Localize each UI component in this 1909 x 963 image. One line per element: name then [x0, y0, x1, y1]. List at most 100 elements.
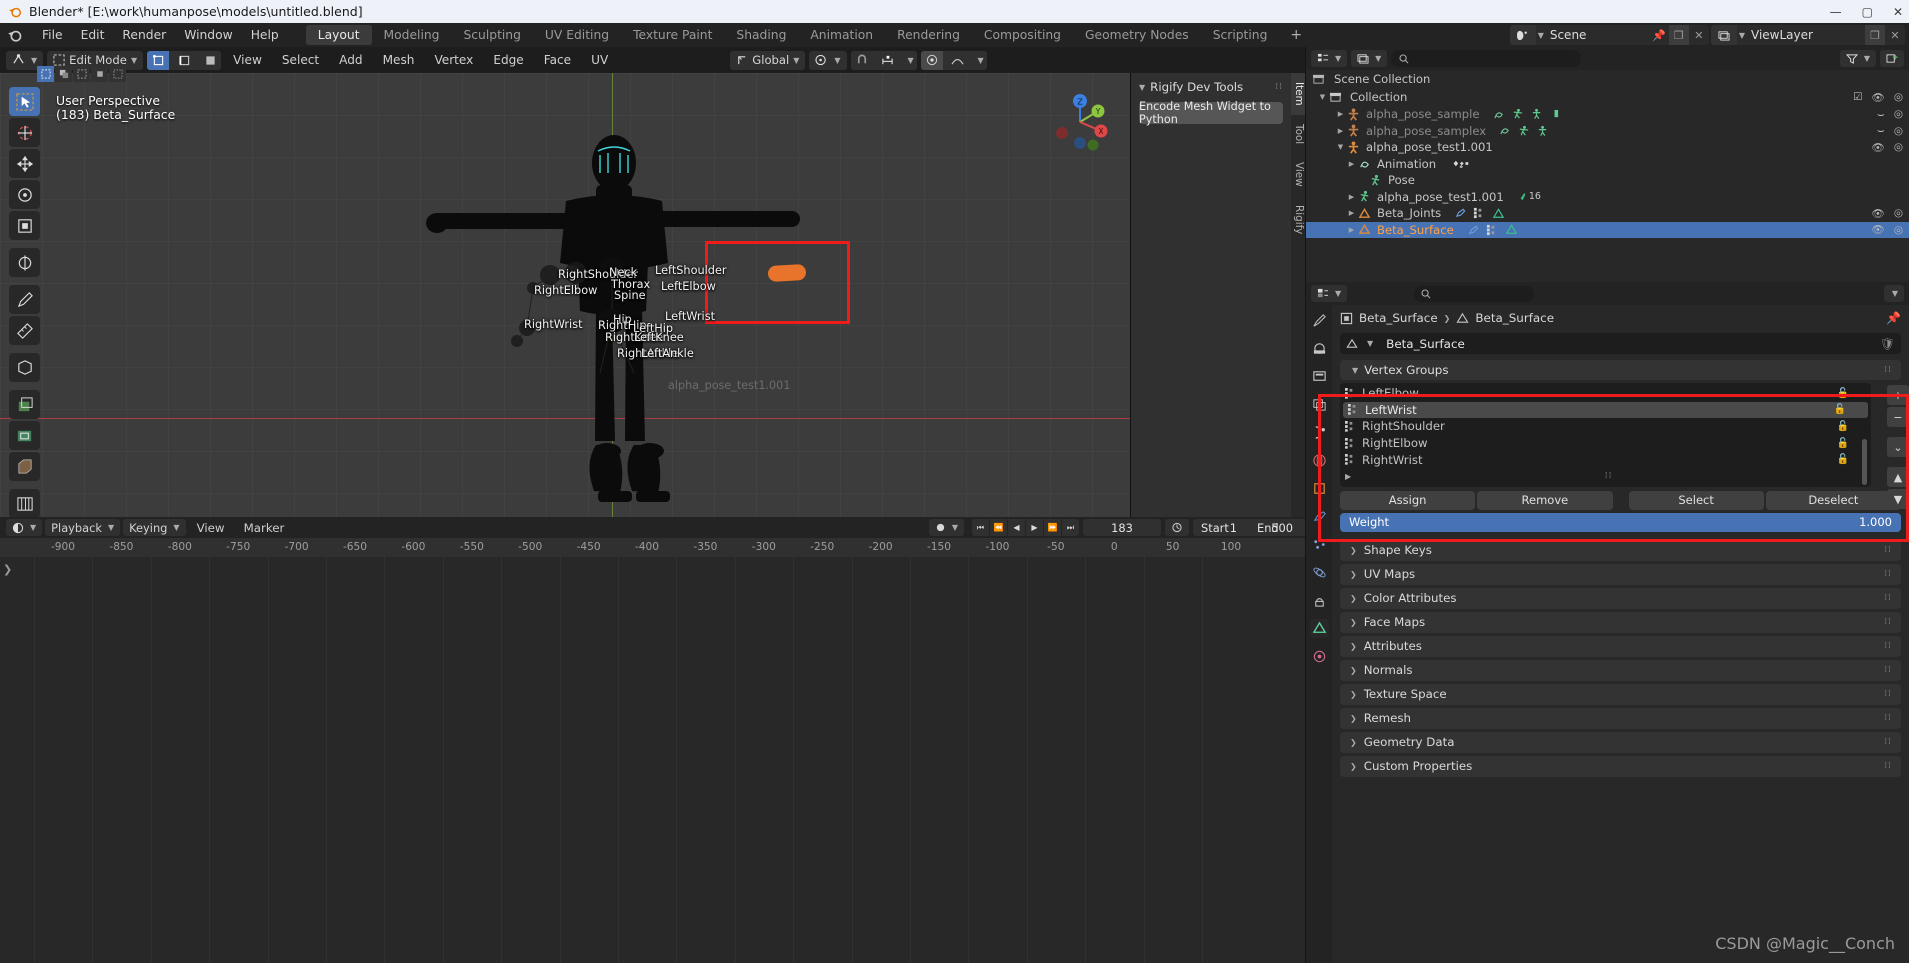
falloff-chevron-icon[interactable]: ▼ [972, 50, 987, 70]
auto-keying-toggle[interactable]: ▼ [928, 519, 964, 536]
pin-icon[interactable]: 📌 [1649, 25, 1669, 45]
minimize-button[interactable]: — [1830, 6, 1842, 18]
play-reverse-button[interactable]: ◀ [1008, 519, 1025, 536]
eye-icon[interactable]: 👁 [1871, 223, 1884, 236]
tool-add-cube[interactable] [9, 353, 40, 382]
start-frame-value[interactable]: 1 [1199, 519, 1245, 536]
outliner-row-beta-joints[interactable]: ▶ Beta_Joints 👁 ◎ [1306, 205, 1909, 222]
n-tab-view[interactable]: View [1291, 153, 1305, 196]
snap-pivot-button[interactable]: ▼ [809, 50, 847, 70]
outliner-row-alpha-pose-samplex[interactable]: ▶ alpha_pose_samplex ⌣ ◎ [1306, 123, 1909, 140]
tab-output-properties[interactable] [1310, 367, 1329, 386]
tab-material-properties[interactable] [1310, 647, 1329, 666]
new-scene-icon[interactable]: ❐ [1668, 25, 1689, 45]
list-grip-icon[interactable]: ⁞⁞ [1605, 471, 1613, 481]
mesh-data-icon[interactable] [1505, 223, 1518, 236]
tool-bevel[interactable] [9, 452, 40, 481]
animation-icon[interactable] [1499, 125, 1511, 136]
falloff-curve-icon[interactable] [946, 50, 969, 70]
tool-cursor[interactable] [9, 118, 40, 147]
vertex-group-icon[interactable] [1486, 224, 1498, 236]
viewport-menu-edge[interactable]: Edge [485, 47, 531, 73]
navigation-gizmo[interactable]: Z Y X [1049, 91, 1111, 153]
panel-remesh[interactable]: ❯ Remesh ⁞⁞ [1340, 707, 1901, 729]
tool-annotate[interactable] [9, 285, 40, 314]
select-subtract-mode-icon[interactable] [73, 66, 90, 82]
expand-icon[interactable]: ▶ [1345, 160, 1358, 168]
timeline-canvas[interactable] [0, 557, 1305, 963]
snap-magnet-icon[interactable] [850, 50, 873, 70]
modifier-icon[interactable] [1454, 207, 1466, 219]
vertex-group-row[interactable]: RightShoulder 🔓 [1340, 418, 1871, 435]
outliner-row-animation[interactable]: ▶ Animation [1306, 156, 1909, 173]
list-expand-icon[interactable]: ▶ [1345, 472, 1351, 481]
timeline-editor-type-button[interactable]: ▼ [6, 519, 43, 536]
breadcrumb-mesh[interactable]: Beta_Surface [1475, 311, 1554, 325]
tab-tool-properties[interactable] [1310, 311, 1329, 330]
outliner-row-alpha-pose-sample[interactable]: ▶ alpha_pose_sample ⌣ ◎ [1306, 106, 1909, 123]
move-vertex-group-up-button[interactable]: ▲ [1887, 467, 1909, 487]
outliner-row-beta-surface[interactable]: ▶ Beta_Surface 👁 ◎ [1306, 221, 1909, 238]
panel-texture-space[interactable]: ❯ Texture Space ⁞⁞ [1340, 683, 1901, 705]
lock-icon[interactable]: 🔓 [1837, 388, 1849, 399]
vertex-group-icon[interactable] [1473, 207, 1485, 219]
panel-custom-properties[interactable]: ❯ Custom Properties ⁞⁞ [1340, 755, 1901, 777]
outliner-editor-type-button[interactable]: ▼ [1311, 50, 1348, 67]
vertex-group-row[interactable]: RightWrist 🔓 [1340, 451, 1871, 468]
tab-sculpting[interactable]: Sculpting [451, 25, 532, 45]
outliner-display-mode-button[interactable]: ▼ [1351, 50, 1388, 67]
playback-menu[interactable]: Playback ▼ [45, 519, 121, 536]
tab-rendering[interactable]: Rendering [885, 25, 972, 45]
tab-physics-properties[interactable] [1310, 563, 1329, 582]
vertex-group-row[interactable]: LeftWrist 🔓 [1343, 401, 1868, 419]
menu-help[interactable]: Help [242, 23, 288, 47]
tab-render-properties[interactable] [1310, 339, 1329, 358]
select-extend-mode-icon[interactable] [55, 66, 72, 82]
expand-icon[interactable]: ▶ [1345, 226, 1358, 234]
menu-window[interactable]: Window [175, 23, 242, 47]
panel-normals[interactable]: ❯ Normals ⁞⁞ [1340, 659, 1901, 681]
tool-move[interactable] [9, 149, 40, 178]
expand-icon[interactable]: ▶ [1345, 209, 1358, 217]
select-intersect-mode-icon[interactable] [109, 66, 126, 82]
timeline-menu-view[interactable]: View [189, 521, 233, 535]
assign-button[interactable]: Assign [1340, 490, 1476, 510]
panel-attributes[interactable]: ❯ Attributes ⁞⁞ [1340, 635, 1901, 657]
outliner-new-collection-button[interactable] [1880, 50, 1904, 67]
vertex-group-specials-button[interactable]: ⌄ [1887, 437, 1909, 457]
maximize-button[interactable]: ▢ [1862, 6, 1873, 18]
add-workspace-button[interactable]: + [1279, 27, 1313, 43]
timeline-ruler[interactable]: -900 -850 -800 -750 -700 -650 -600 -550 -500 -450… [0, 538, 1305, 557]
viewport-menu-add[interactable]: Add [331, 47, 370, 73]
tool-scale[interactable] [9, 211, 40, 240]
unlink-scene-icon[interactable]: ✕ [1689, 25, 1709, 45]
eye-closed-icon[interactable]: ⌣ [1877, 123, 1885, 138]
viewlayer-selector[interactable]: ▼ ViewLayer ❐ ✕ [1710, 25, 1905, 45]
add-vertex-group-button[interactable]: + [1887, 385, 1909, 405]
jump-to-end-button[interactable]: ⏭ [1062, 519, 1079, 536]
eye-icon[interactable]: 👁 [1871, 91, 1884, 104]
pin-id-icon[interactable]: 📌 [1886, 311, 1901, 325]
viewport-menu-face[interactable]: Face [536, 47, 579, 73]
blender-app-icon[interactable] [6, 27, 23, 44]
render-visibility-icon[interactable]: ◎ [1894, 224, 1903, 236]
menu-edit[interactable]: Edit [72, 23, 114, 47]
keyframe-icon[interactable] [1550, 109, 1559, 119]
remove-button[interactable]: Remove [1477, 490, 1613, 510]
properties-search-input[interactable] [1414, 285, 1535, 302]
viewport-menu-mesh[interactable]: Mesh [375, 47, 423, 73]
outliner-scene-collection-row[interactable]: Scene Collection [1306, 70, 1909, 88]
bone-icon[interactable] [1531, 108, 1543, 120]
animation-icon[interactable] [1493, 109, 1505, 120]
face-select-mode-icon[interactable] [199, 50, 222, 70]
vertex-group-scrollbar[interactable] [1862, 439, 1867, 485]
tab-animation[interactable]: Animation [798, 25, 885, 45]
remove-viewlayer-icon[interactable]: ✕ [1885, 25, 1905, 45]
tab-object-properties[interactable] [1310, 479, 1329, 498]
tab-geometry-nodes[interactable]: Geometry Nodes [1073, 25, 1201, 45]
tab-view-layer-properties[interactable] [1310, 395, 1329, 414]
select-button[interactable]: Select [1628, 490, 1764, 510]
remove-vertex-group-button[interactable]: − [1887, 407, 1909, 427]
n-tab-item[interactable]: Item [1291, 73, 1305, 115]
jump-to-start-button[interactable]: ⏮ [972, 519, 989, 536]
